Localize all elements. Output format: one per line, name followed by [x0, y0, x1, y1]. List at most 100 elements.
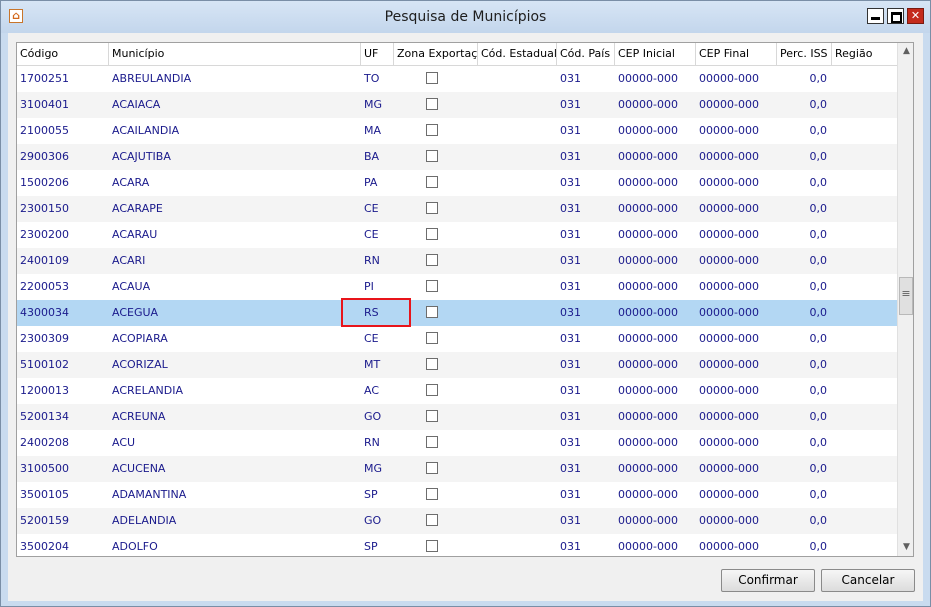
col-header-uf[interactable]: UF [361, 43, 394, 65]
cell-perc-iss: 0,0 [809, 358, 828, 371]
cell-cep-inicial: 00000-000 [618, 384, 678, 397]
zona-exportacao-checkbox[interactable] [426, 488, 438, 500]
cell-municipio: ACRELANDIA [112, 384, 183, 397]
table-row[interactable]: 5200134 ACREUNA GO 031 00000-000 00000-000 0,0 [17, 404, 897, 430]
cell-municipio: ACARAPE [112, 202, 163, 215]
table-row[interactable]: 2300309 ACOPIARA CE 031 00000-000 00000-000 0,… [17, 326, 897, 352]
cell-cep-inicial: 00000-000 [618, 124, 678, 137]
cell-perc-iss: 0,0 [809, 150, 828, 163]
cancel-button[interactable]: Cancelar [821, 569, 915, 592]
vertical-scrollbar[interactable]: ▲ ≡ ▼ [897, 43, 913, 556]
minimize-button[interactable] [867, 8, 884, 24]
cell-cod-estadual [478, 352, 557, 378]
table-row[interactable]: 3500105 ADAMANTINA SP 031 00000-000 00000-000… [17, 482, 897, 508]
zona-exportacao-checkbox[interactable] [426, 514, 438, 526]
zona-exportacao-checkbox[interactable] [426, 228, 438, 240]
title-bar[interactable]: ⌂ Pesquisa de Municípios ✕ [1, 1, 930, 33]
table-row[interactable]: 2300150 ACARAPE CE 031 00000-000 00000-000 0,0 [17, 196, 897, 222]
col-header-cep-inicial[interactable]: CEP Inicial [615, 43, 696, 65]
table-row[interactable]: 2200053 ACAUA PI 031 00000-000 00000-000 0,0 [17, 274, 897, 300]
table-row[interactable]: 1700251 ABREULANDIA TO 031 00000-000 00000-00… [17, 66, 897, 92]
zona-exportacao-checkbox[interactable] [426, 410, 438, 422]
municipios-grid[interactable]: Código Município UF Zona Exportação Cód.… [16, 42, 914, 557]
cell-uf: MG [364, 462, 383, 475]
cell-regiao [832, 378, 897, 404]
cell-codigo: 2400109 [20, 254, 69, 267]
cell-cod-pais: 031 [560, 150, 581, 163]
col-header-codigo[interactable]: Código [17, 43, 109, 65]
cell-cod-estadual [478, 66, 557, 92]
cell-cod-pais: 031 [560, 488, 581, 501]
cell-cep-final: 00000-000 [699, 124, 759, 137]
cell-municipio: ACUCENA [112, 462, 166, 475]
zona-exportacao-checkbox[interactable] [426, 358, 438, 370]
zona-exportacao-checkbox[interactable] [426, 98, 438, 110]
table-row[interactable]: 2100055 ACAILANDIA MA 031 00000-000 00000-000… [17, 118, 897, 144]
table-row[interactable]: 3100500 ACUCENA MG 031 00000-000 00000-000 0,0 [17, 456, 897, 482]
table-row[interactable]: 5100102 ACORIZAL MT 031 00000-000 00000-000 0,… [17, 352, 897, 378]
cell-cod-pais: 031 [560, 280, 581, 293]
zona-exportacao-checkbox[interactable] [426, 150, 438, 162]
table-row[interactable]: 2300200 ACARAU CE 031 00000-000 00000-000 0,0 [17, 222, 897, 248]
cell-uf: CE [364, 228, 379, 241]
zona-exportacao-checkbox[interactable] [426, 332, 438, 344]
cell-perc-iss: 0,0 [809, 124, 828, 137]
col-header-cod-estadual[interactable]: Cód. Estadual [478, 43, 557, 65]
cell-cep-inicial: 00000-000 [618, 410, 678, 423]
confirm-button[interactable]: Confirmar [721, 569, 815, 592]
zona-exportacao-checkbox[interactable] [426, 540, 438, 552]
table-row[interactable]: 2400208 ACU RN 031 00000-000 00000-000 0,0 [17, 430, 897, 456]
col-header-cep-final[interactable]: CEP Final [696, 43, 777, 65]
cell-cod-pais: 031 [560, 228, 581, 241]
scroll-up-icon[interactable]: ▲ [898, 43, 913, 60]
close-icon: ✕ [910, 9, 921, 22]
zona-exportacao-checkbox[interactable] [426, 306, 438, 318]
cell-cep-final: 00000-000 [699, 228, 759, 241]
zona-exportacao-checkbox[interactable] [426, 202, 438, 214]
zona-exportacao-checkbox[interactable] [426, 176, 438, 188]
col-header-municipio[interactable]: Município [109, 43, 361, 65]
col-header-zona-exportacao[interactable]: Zona Exportação [394, 43, 478, 65]
cell-codigo: 2300150 [20, 202, 69, 215]
scroll-thumb[interactable]: ≡ [899, 277, 913, 315]
cell-cod-estadual [478, 248, 557, 274]
cell-cep-final: 00000-000 [699, 462, 759, 475]
col-header-regiao[interactable]: Região [832, 43, 897, 65]
col-header-cod-pais[interactable]: Cód. País [557, 43, 615, 65]
cell-uf: GO [364, 514, 382, 527]
cell-cep-inicial: 00000-000 [618, 540, 678, 553]
cell-cep-inicial: 00000-000 [618, 176, 678, 189]
cell-cep-final: 00000-000 [699, 176, 759, 189]
zona-exportacao-checkbox[interactable] [426, 436, 438, 448]
zona-exportacao-checkbox[interactable] [426, 384, 438, 396]
zona-exportacao-checkbox[interactable] [426, 462, 438, 474]
table-row[interactable]: 1200013 ACRELANDIA AC 031 00000-000 00000-000… [17, 378, 897, 404]
table-row[interactable]: 2400109 ACARI RN 031 00000-000 00000-000 0,0 [17, 248, 897, 274]
cell-uf: CE [364, 202, 379, 215]
cell-cep-final: 00000-000 [699, 384, 759, 397]
zona-exportacao-checkbox[interactable] [426, 280, 438, 292]
cell-regiao [832, 222, 897, 248]
table-row[interactable]: 4300034 ACEGUA RS 031 00000-000 00000-000 0,0 [17, 300, 897, 326]
cell-cep-final: 00000-000 [699, 332, 759, 345]
table-row[interactable]: 3500204 ADOLFO SP 031 00000-000 00000-000 0,0 [17, 534, 897, 556]
zona-exportacao-checkbox[interactable] [426, 124, 438, 136]
cell-regiao [832, 144, 897, 170]
close-button[interactable]: ✕ [907, 8, 924, 24]
col-header-perc-iss[interactable]: Perc. ISS [777, 43, 832, 65]
scroll-down-icon[interactable]: ▼ [898, 539, 913, 556]
table-row[interactable]: 2900306 ACAJUTIBA BA 031 00000-000 00000-000 0… [17, 144, 897, 170]
cell-municipio: ACAJUTIBA [112, 150, 171, 163]
cell-cep-inicial: 00000-000 [618, 306, 678, 319]
zona-exportacao-checkbox[interactable] [426, 254, 438, 266]
cell-regiao [832, 534, 897, 556]
cell-codigo: 2200053 [20, 280, 69, 293]
window-title: Pesquisa de Municípios [384, 9, 547, 25]
maximize-button[interactable] [887, 8, 904, 24]
table-row[interactable]: 5200159 ADELANDIA GO 031 00000-000 00000-000 0… [17, 508, 897, 534]
table-row[interactable]: 3100401 ACAIACA MG 031 00000-000 00000-000 0,0 [17, 92, 897, 118]
highlight-box [341, 298, 411, 327]
zona-exportacao-checkbox[interactable] [426, 72, 438, 84]
cell-cod-estadual [478, 456, 557, 482]
table-row[interactable]: 1500206 ACARA PA 031 00000-000 00000-000 0,0 [17, 170, 897, 196]
